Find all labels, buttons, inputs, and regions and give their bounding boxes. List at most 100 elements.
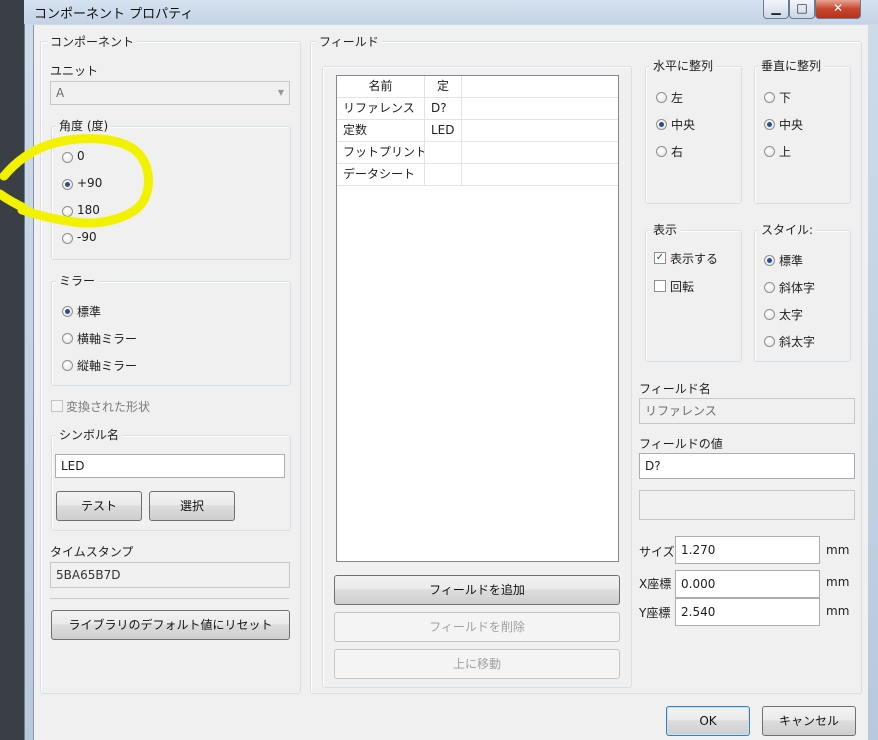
style-radio-bold-italic[interactable] [764,336,775,347]
halign-label-center: 中央 [671,118,696,132]
style-radio-italic[interactable] [764,282,775,293]
converted-shape-label: 変換された形状 [66,400,151,414]
mirror-radio-y[interactable] [62,360,73,371]
field-value-label: フィールドの値 [639,437,723,451]
window-title: コンポーネント プロパティ [34,7,194,22]
valign-radio-top[interactable] [764,146,775,157]
timestamp-label: タイムスタンプ [50,545,134,559]
style-radio-normal[interactable] [764,255,775,266]
desktop-background [0,0,26,740]
field-value-cell [425,164,462,186]
vertical-align-title: 垂直に整列 [758,57,825,74]
field-name-cell: データシート [337,164,425,186]
x-position-label: X座標 [639,577,672,591]
reset-to-library-default-button[interactable]: ライブラリのデフォルト値にリセット [51,610,290,640]
valign-label-bottom: 下 [779,91,792,105]
table-row[interactable]: データシート [337,164,618,186]
fields-group-title: フィールド [316,33,382,50]
show-checkbox[interactable]: ✓ [654,252,666,264]
add-field-button[interactable]: フィールドを追加 [334,575,620,605]
style-radio-bold[interactable] [764,309,775,320]
mirror-radio-x[interactable] [62,333,73,344]
valign-label-top: 上 [779,145,792,159]
unit-label: ユニット [50,64,99,78]
row-filler [462,142,618,164]
rotate-label: 回転 [670,280,695,294]
component-group-title: コンポーネント [47,33,138,50]
halign-radio-left[interactable] [656,92,667,103]
size-label: サイズ [639,545,675,559]
style-label-bold: 太字 [779,308,804,322]
table-row[interactable]: 定数 LED [337,120,618,142]
display-group-title: 表示 [650,221,681,238]
style-label-bold-italic: 斜太字 [779,335,816,349]
test-button[interactable]: テスト [56,491,142,521]
size-input[interactable]: 1.270 [675,536,820,564]
ok-button[interactable]: OK [666,706,750,736]
grid-header-filler [462,76,618,98]
mirror-label-x: 横軸ミラー [77,332,138,346]
grid-header-value[interactable]: 定 [425,76,462,98]
field-name-cell: フットプリント [337,142,425,164]
maximize-button[interactable]: □ [789,0,815,19]
style-label-italic: 斜体字 [779,281,816,295]
unit-select[interactable]: A ▼ [50,81,290,105]
symbol-name-input[interactable]: LED [55,454,285,478]
close-button[interactable]: ✕ [815,0,861,19]
row-filler [462,120,618,142]
vertical-align-group [754,66,851,204]
fields-grid[interactable]: 名前 定 リファレンス D? 定数 LED フットプリント データシート [336,75,619,562]
row-filler [462,98,618,120]
valign-radio-bottom[interactable] [764,92,775,103]
style-group-title: スタイル: [758,221,817,238]
halign-radio-right[interactable] [656,146,667,157]
mirror-label-y: 縦軸ミラー [77,359,138,373]
annotation-highlight [0,134,153,228]
field-name-cell: リファレンス [337,98,425,120]
cancel-button[interactable]: キャンセル [762,706,856,736]
y-position-unit: mm [826,604,850,618]
grid-header-row: 名前 定 [337,76,618,98]
angle-radio-minus90[interactable] [62,233,73,244]
select-button[interactable]: 選択 [149,491,235,521]
chevron-down-icon: ▼ [277,88,284,97]
field-value-cell: LED [425,120,462,142]
x-position-unit: mm [826,575,850,589]
row-filler [462,164,618,186]
horizontal-align-group [645,66,742,204]
delete-field-button[interactable]: フィールドを削除 [334,612,620,642]
timestamp-field: 5BA65B7D [50,562,290,588]
halign-label-left: 左 [671,91,684,105]
mirror-group-title: ミラー [56,272,99,289]
field-extra-input [639,490,855,520]
angle-label-minus90: -90 [77,230,97,244]
size-unit: mm [826,543,850,557]
move-up-button[interactable]: 上に移動 [334,649,620,679]
halign-radio-center[interactable] [656,119,667,130]
valign-radio-center[interactable] [764,119,775,130]
field-name-input: リファレンス [639,398,855,424]
halign-label-right: 右 [671,145,684,159]
separator [50,598,289,599]
unit-select-value: A [56,86,65,100]
grid-header-name[interactable]: 名前 [337,76,425,98]
table-row[interactable]: フットプリント [337,142,618,164]
x-position-input[interactable]: 0.000 [675,570,820,598]
field-value-input[interactable]: D? [639,453,855,479]
style-label-normal: 標準 [779,254,804,268]
field-value-cell [425,142,462,164]
minimize-button[interactable]: ▁ [763,0,789,19]
valign-label-center: 中央 [779,118,804,132]
mirror-radio-normal[interactable] [62,306,73,317]
mirror-label-normal: 標準 [77,305,102,319]
table-row[interactable]: リファレンス D? [337,98,618,120]
y-position-input[interactable]: 2.540 [675,598,820,626]
rotate-checkbox[interactable] [654,280,666,292]
y-position-label: Y座標 [639,606,671,620]
horizontal-align-title: 水平に整列 [650,57,717,74]
field-name-cell: 定数 [337,120,425,142]
field-value-cell: D? [425,98,462,120]
converted-shape-checkbox[interactable] [51,400,63,412]
show-label: 表示する [670,252,719,266]
symbol-group-title: シンボル名 [56,426,123,443]
